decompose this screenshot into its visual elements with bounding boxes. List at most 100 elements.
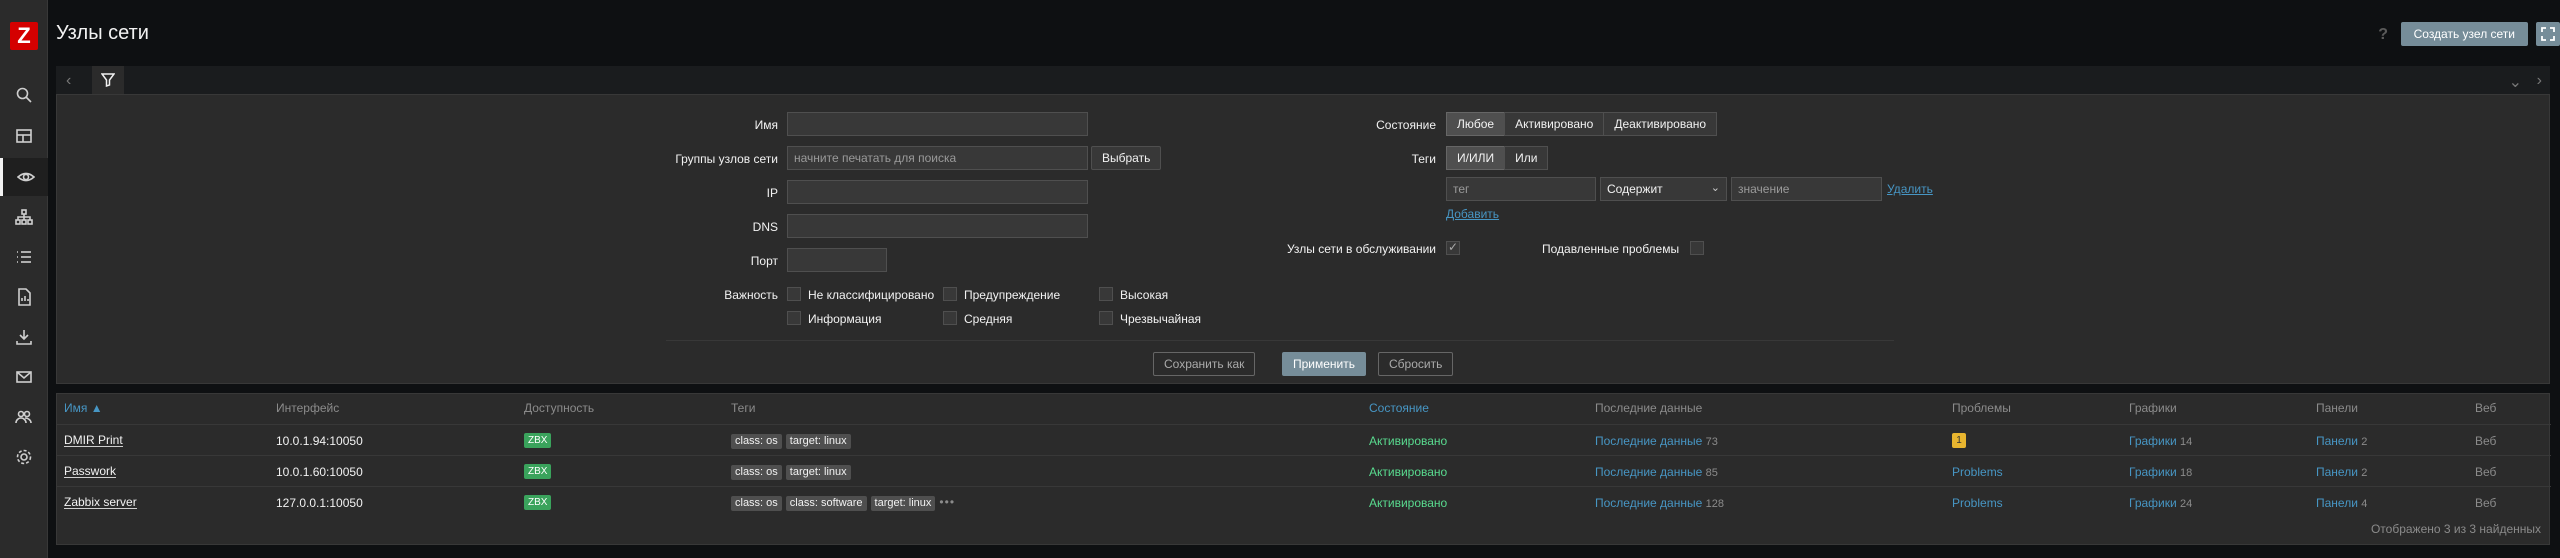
sidebar: Z	[0, 0, 48, 558]
latest-data-link[interactable]: Последние данные	[1595, 496, 1702, 510]
status-enabled-option[interactable]: Активировано	[1504, 112, 1605, 136]
severity-warning-checkbox[interactable]	[943, 287, 957, 301]
dashboard-icon[interactable]	[0, 117, 48, 155]
column-header-web: Веб	[2475, 401, 2497, 415]
zabbix-logo[interactable]: Z	[10, 22, 38, 50]
tag-chip[interactable]: class: os	[731, 465, 782, 480]
latest-data-link[interactable]: Последние данные	[1595, 434, 1702, 448]
fullscreen-icon[interactable]	[2536, 22, 2560, 46]
chevron-left-icon[interactable]: ‹	[66, 72, 71, 90]
column-header-status[interactable]: Состояние	[1369, 401, 1429, 415]
users-icon[interactable]	[0, 398, 48, 436]
severity-disaster-checkbox[interactable]	[1099, 311, 1113, 325]
severity-average-checkbox[interactable]	[943, 311, 957, 325]
host-tags: class: os target: linux	[731, 464, 855, 480]
tag-name-input[interactable]	[1446, 177, 1596, 201]
host-status-link[interactable]: Активировано	[1369, 496, 1447, 510]
severity-not-classified-checkbox[interactable]	[787, 287, 801, 301]
host-name-link[interactable]: Zabbix server	[64, 496, 137, 509]
column-header-name[interactable]: Имя ▲	[64, 401, 103, 415]
host-status-link[interactable]: Активировано	[1369, 465, 1447, 479]
graphs-count: 14	[2180, 436, 2193, 448]
graphs-link[interactable]: Графики	[2129, 434, 2177, 448]
gear-icon[interactable]	[0, 438, 48, 476]
tag-chip[interactable]: class: software	[785, 496, 867, 511]
list-icon[interactable]	[0, 238, 48, 276]
problems-link[interactable]: Problems	[1952, 465, 2003, 479]
select-groups-button[interactable]: Выбрать	[1091, 146, 1162, 170]
dashboards-link[interactable]: Панели	[2316, 465, 2358, 479]
tag-operator-select[interactable]: Содержит ⌄	[1600, 177, 1727, 201]
suppressed-checkbox[interactable]	[1690, 241, 1704, 255]
tags-or-option[interactable]: Или	[1504, 146, 1549, 170]
tag-chip[interactable]: class: os	[731, 496, 782, 511]
tag-chip[interactable]: target: linux	[870, 496, 936, 511]
severity-high-checkbox[interactable]	[1099, 287, 1113, 301]
column-header-interface: Интерфейс	[276, 401, 340, 415]
severity-information-checkbox[interactable]	[787, 311, 801, 325]
web-label: Веб	[2475, 465, 2497, 479]
column-header-availability: Доступность	[524, 401, 595, 415]
chevron-right-icon[interactable]: ›	[2537, 72, 2542, 90]
results-count: Отображено 3 из 3 найденных	[2370, 522, 2541, 536]
tag-chip[interactable]: target: linux	[785, 465, 851, 480]
graphs-link[interactable]: Графики	[2129, 465, 2177, 479]
graphs-link[interactable]: Графики	[2129, 496, 2177, 510]
maintenance-checkbox[interactable]	[1446, 240, 1460, 255]
status-label: Состояние	[1376, 118, 1436, 132]
reset-button[interactable]: Сбросить	[1378, 352, 1454, 376]
dashboards-link[interactable]: Панели	[2316, 496, 2358, 510]
download-icon[interactable]	[0, 318, 48, 356]
zbx-availability-badge[interactable]: ZBX	[524, 495, 552, 510]
remove-tag-link[interactable]: Удалить	[1887, 182, 1933, 196]
host-name-link[interactable]: DMIR Print	[64, 434, 123, 447]
name-input[interactable]	[787, 112, 1088, 136]
status-any-option[interactable]: Любое	[1446, 112, 1506, 136]
tags-and-or-option[interactable]: И/ИЛИ	[1446, 146, 1506, 170]
host-name-link[interactable]: Passwork	[64, 465, 117, 478]
add-tag-link[interactable]: Добавить	[1446, 207, 1499, 221]
tag-operator-value: Содержит	[1607, 182, 1663, 196]
latest-data-count: 73	[1705, 436, 1718, 448]
more-tags-button[interactable]: •••	[939, 495, 955, 509]
chevron-down-icon[interactable]: ⌄	[2509, 72, 2522, 92]
host-interface: 127.0.0.1:10050	[276, 496, 363, 510]
network-icon[interactable]	[0, 198, 48, 236]
filter-tab-bar: ‹ ⌄ ›	[56, 66, 2550, 94]
host-groups-label: Группы узлов сети	[675, 152, 778, 166]
tag-chip[interactable]: class: os	[731, 434, 782, 449]
host-groups-input[interactable]	[787, 146, 1088, 170]
host-status-link[interactable]: Активировано	[1369, 434, 1447, 448]
mail-icon[interactable]	[0, 358, 48, 396]
page-header: Узлы сети ? Создать узел сети	[48, 12, 2560, 56]
latest-data-link[interactable]: Последние данные	[1595, 465, 1702, 479]
host-interface: 10.0.1.94:10050	[276, 434, 363, 448]
dashboards-link[interactable]: Панели	[2316, 434, 2358, 448]
column-header-tags: Теги	[731, 401, 756, 415]
status-disabled-option[interactable]: Деактивировано	[1603, 112, 1718, 136]
filter-divider	[666, 340, 1894, 341]
filter-icon[interactable]	[92, 66, 124, 94]
tag-value-input[interactable]	[1731, 177, 1882, 201]
ip-input[interactable]	[787, 180, 1088, 204]
severity-information-label: Информация	[808, 312, 882, 326]
graphs-count: 18	[2180, 467, 2193, 479]
zbx-availability-badge[interactable]: ZBX	[524, 433, 552, 448]
tag-chip[interactable]: target: linux	[785, 434, 851, 449]
problems-link[interactable]: Problems	[1952, 496, 2003, 510]
column-header-dashboards: Панели	[2316, 401, 2358, 415]
latest-data-count: 128	[1705, 498, 1724, 510]
zbx-availability-badge[interactable]: ZBX	[524, 464, 552, 479]
apply-button[interactable]: Применить	[1282, 352, 1367, 376]
dns-input[interactable]	[787, 214, 1088, 238]
search-icon[interactable]	[0, 76, 48, 114]
report-icon[interactable]	[0, 278, 48, 316]
save-as-button[interactable]: Сохранить как	[1153, 352, 1256, 376]
table-row: DMIR Print 10.0.1.94:10050 ZBX class: os…	[57, 424, 2551, 455]
problem-count-badge[interactable]: 1	[1952, 433, 1966, 448]
create-host-button[interactable]: Создать узел сети	[2400, 22, 2528, 46]
monitoring-eye-icon[interactable]	[0, 158, 48, 196]
port-label: Порт	[750, 254, 778, 268]
port-input[interactable]	[787, 248, 887, 272]
help-icon[interactable]: ?	[2378, 26, 2388, 44]
